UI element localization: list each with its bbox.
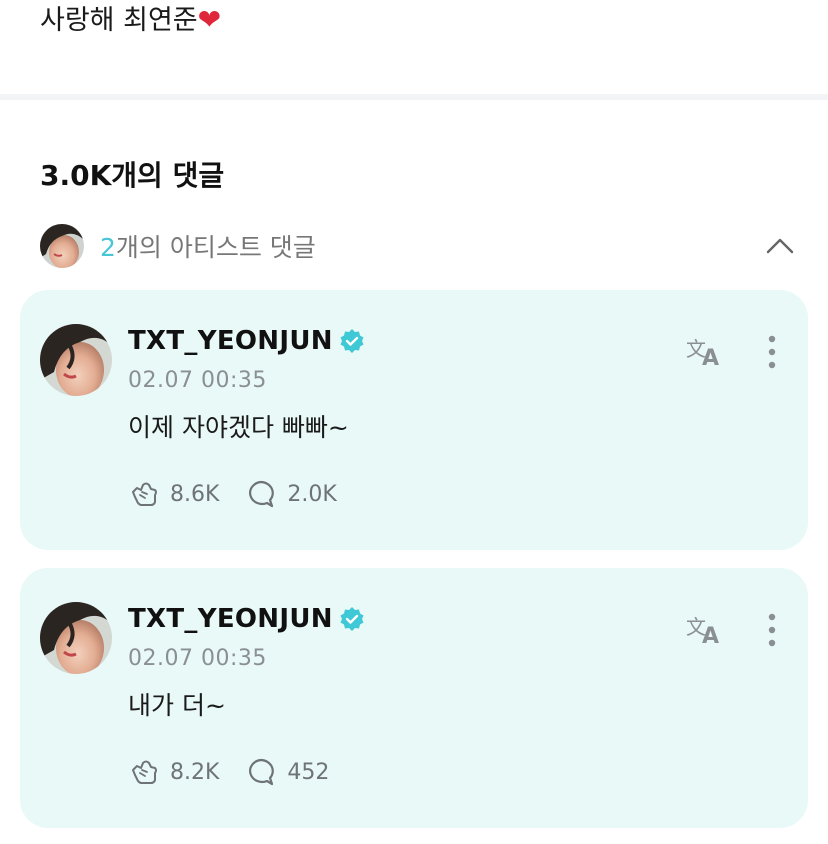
avatar[interactable] [40, 602, 112, 674]
section-divider [0, 94, 828, 100]
artist-comment-card: TXT_YEONJUN 02.07 00:35 이제 자야겠다 빠빠~ 文 A … [20, 290, 808, 550]
comment-author[interactable]: TXT_YEONJUN [128, 604, 365, 634]
reply-bubble-icon [249, 480, 275, 508]
like-icon [132, 482, 157, 506]
reply-count: 2.0K [287, 481, 337, 507]
verified-badge-icon [340, 329, 364, 353]
artist-comments-toggle[interactable]: 2개의 아티스트 댓글 [40, 224, 800, 268]
like-button[interactable]: 8.6K [128, 478, 219, 510]
artist-comments-count: 2 [100, 233, 116, 262]
post-text: 사랑해 최연준❤ [40, 2, 221, 39]
like-count: 8.6K [170, 481, 220, 507]
like-button[interactable]: 8.2K [128, 756, 219, 788]
author-name: TXT_YEONJUN [128, 604, 333, 634]
verified-badge-icon [340, 607, 364, 631]
translate-icon[interactable]: 文 A [686, 334, 726, 368]
reply-count: 452 [287, 759, 330, 785]
comment-stats: 8.6K 2.0K [128, 478, 337, 510]
comment-stats: 8.2K 452 [128, 756, 329, 788]
avatar[interactable] [40, 324, 112, 396]
comment-timestamp: 02.07 00:35 [128, 646, 267, 671]
author-name: TXT_YEONJUN [128, 326, 333, 356]
artist-comments-label: 2개의 아티스트 댓글 [100, 228, 316, 264]
like-icon [132, 760, 157, 784]
heart-emoji: ❤ [197, 3, 222, 36]
comment-text: 이제 자야겠다 빠빠~ [128, 413, 349, 442]
reply-button[interactable]: 452 [245, 756, 329, 788]
svg-text:A: A [702, 346, 719, 368]
svg-text:A: A [702, 624, 719, 646]
like-count: 8.2K [170, 759, 220, 785]
comment-text: 내가 더~ [128, 691, 226, 720]
reply-button[interactable]: 2.0K [245, 478, 337, 510]
post-body: 사랑해 최연준 [40, 5, 198, 36]
artist-comments-text: 개의 아티스트 댓글 [115, 233, 316, 262]
comment-timestamp: 02.07 00:35 [128, 368, 267, 393]
comment-author[interactable]: TXT_YEONJUN [128, 326, 365, 356]
translate-icon[interactable]: 文 A [686, 612, 726, 646]
chevron-up-icon[interactable] [764, 230, 796, 262]
more-vertical-icon[interactable] [762, 612, 782, 648]
more-vertical-icon[interactable] [762, 334, 782, 370]
reply-bubble-icon [249, 758, 275, 786]
artist-comment-card: TXT_YEONJUN 02.07 00:35 내가 더~ 文 A 8.2K 4… [20, 568, 808, 828]
comment-count-heading: 3.0K개의 댓글 [40, 159, 225, 192]
artist-avatar-small [40, 224, 84, 268]
